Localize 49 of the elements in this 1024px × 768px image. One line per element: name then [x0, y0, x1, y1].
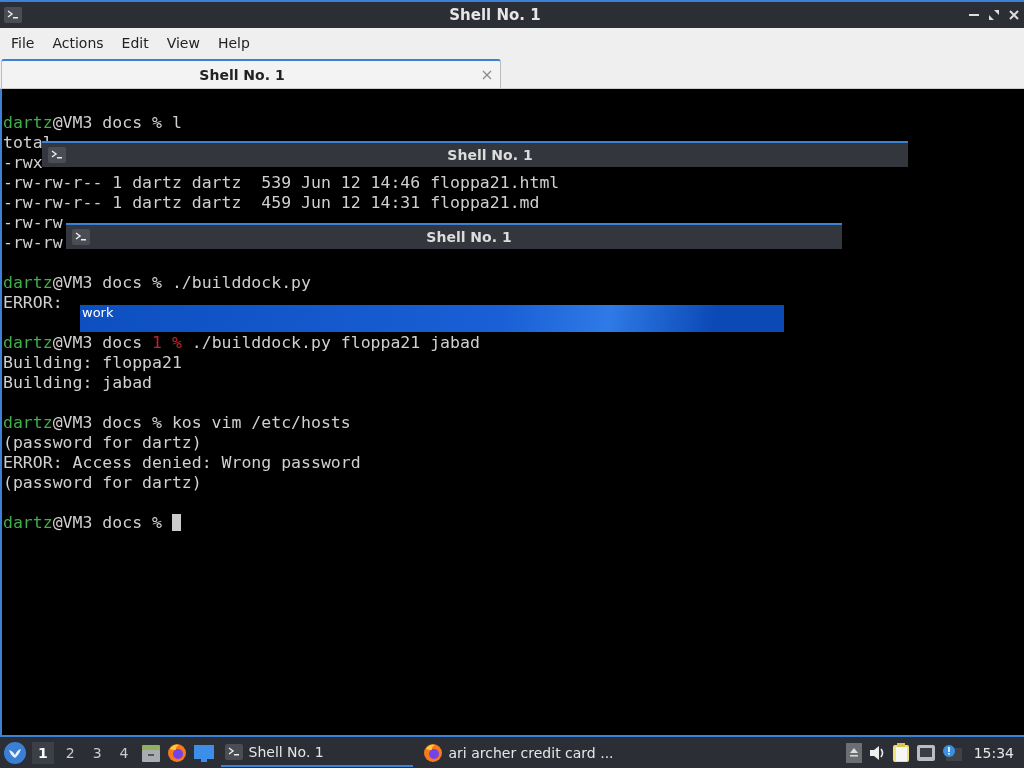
file-cabinet-icon[interactable] — [140, 742, 161, 763]
window-title: Shell No. 1 — [448, 6, 542, 24]
terminal-line: Building: jabad — [3, 373, 152, 392]
network-icon[interactable] — [915, 743, 936, 762]
maximize-icon[interactable] — [988, 9, 1000, 21]
terminal-line: dartz@VM3 docs 1 % ./builddock.py floppa21 jabad — [3, 333, 480, 352]
eject-icon[interactable] — [845, 742, 862, 763]
terminal-line: (password for dartz) — [3, 433, 202, 452]
terminal-line: ERROR: — [3, 293, 63, 312]
window-title-bar: Shell No. 1 — [66, 223, 842, 249]
terminal-line: -rwx — [3, 153, 43, 172]
menu-item[interactable]: Help — [208, 34, 259, 51]
tab[interactable]: Shell No. 1 — [1, 59, 501, 88]
menu-item[interactable]: Actions — [43, 34, 113, 51]
terminal-area[interactable] — [0, 89, 1024, 735]
taskbar-button[interactable]: Shell No. 1 — [220, 738, 413, 767]
window-title-bar: Shell No. 1 — [42, 141, 908, 167]
terminal-icon — [72, 229, 90, 245]
notification-icon[interactable] — [941, 743, 962, 762]
workspace-button[interactable]: 1 — [32, 741, 54, 764]
desktop-icon[interactable] — [192, 742, 215, 763]
terminal-line: dartz@VM3 docs % ./builddock.py — [3, 273, 311, 292]
workspace-button[interactable]: 2 — [59, 741, 81, 764]
highlight-bar: work — [80, 305, 784, 332]
terminal-line: -rw-rw — [3, 213, 63, 232]
terminal-line: (password for dartz) — [3, 473, 202, 492]
clipboard-icon[interactable] — [891, 742, 910, 763]
menu-item[interactable]: Edit — [112, 34, 158, 51]
speaker-icon[interactable] — [867, 744, 886, 761]
text-cursor — [171, 514, 181, 531]
terminal-line: dartz@VM3 docs % kos vim /etc/hosts — [3, 413, 351, 432]
terminal-line: -rw-rw-r-- 1 dartz dartz 459 Jun 12 14:31 floppa21.md — [3, 193, 540, 212]
clock[interactable]: 15:34 — [967, 744, 1020, 761]
terminal-line: dartz@VM3 docs % — [3, 513, 163, 532]
terminal-icon — [224, 743, 243, 760]
terminal-line: -rw-rw-r-- 1 dartz dartz 539 Jun 12 14:46 floppa21.html — [3, 173, 560, 192]
terminal-icon — [4, 7, 22, 23]
workspace-button[interactable]: 3 — [86, 741, 108, 764]
menu-item[interactable]: View — [157, 34, 209, 51]
terminal-line: dartz@VM3 docs % l — [3, 113, 182, 132]
globe-icon[interactable] — [166, 742, 187, 763]
taskbar-button[interactable]: ari archer credit card ... — [418, 738, 618, 767]
terminal-line: ERROR: Access denied: Wrong password — [3, 453, 361, 472]
globe-icon — [422, 742, 443, 763]
workspace-button[interactable]: 4 — [113, 741, 135, 764]
terminal-line: -rw-rw — [3, 233, 63, 252]
menu-item[interactable]: File — [2, 34, 44, 51]
terminal-line: Building: floppa21 — [3, 353, 182, 372]
terminal-icon — [48, 147, 66, 163]
